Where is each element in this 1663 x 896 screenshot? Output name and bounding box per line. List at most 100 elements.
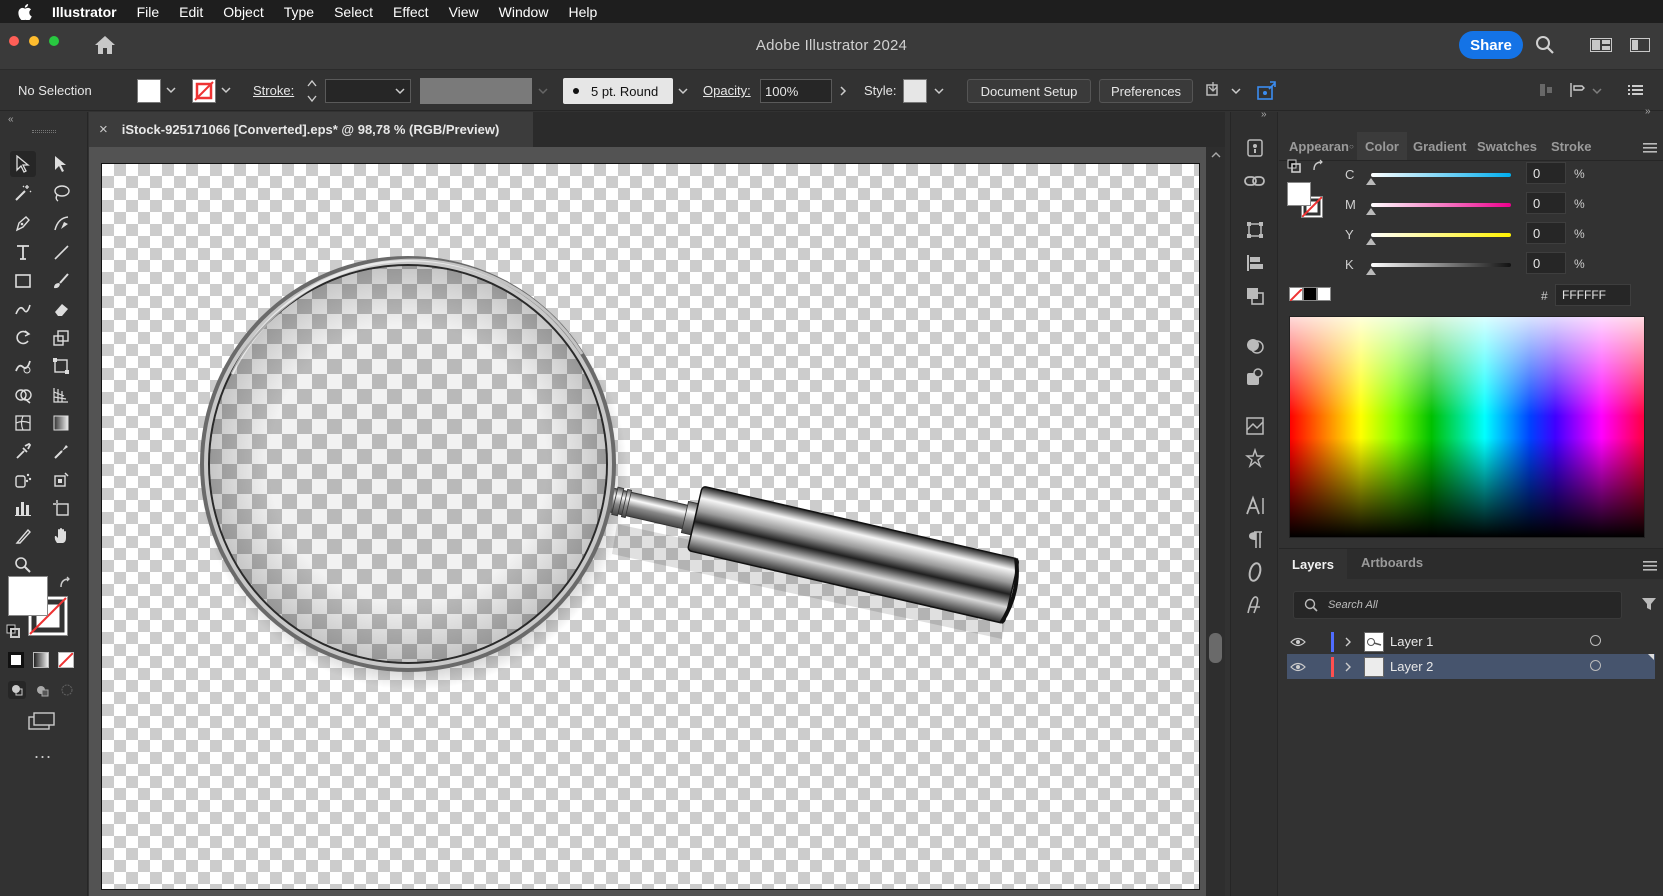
mesh-tool-icon[interactable]	[10, 410, 36, 436]
type-tool-icon[interactable]	[10, 239, 36, 265]
menu-edit[interactable]: Edit	[179, 4, 203, 20]
scroll-thumb[interactable]	[1209, 633, 1222, 663]
menu-app-name[interactable]: Illustrator	[52, 4, 117, 20]
hex-field[interactable]: FFFFFF	[1555, 284, 1631, 306]
shape-builder-tool-icon[interactable]	[10, 382, 36, 408]
magenta-slider[interactable]	[1371, 203, 1511, 207]
control-menu-icon[interactable]	[1628, 83, 1644, 100]
workspace-switcher-icon[interactable]	[1590, 38, 1612, 57]
opacity-field[interactable]: 100%	[760, 79, 832, 103]
stroke-stepper-icon[interactable]	[306, 77, 318, 108]
rectangle-tool-icon[interactable]	[10, 268, 36, 294]
apple-icon[interactable]	[18, 3, 34, 20]
layers-search-input[interactable]: Search All	[1293, 591, 1622, 619]
graphic-styles-panel-icon[interactable]	[1243, 365, 1267, 389]
canvas-area[interactable]	[89, 147, 1225, 896]
menu-select[interactable]: Select	[334, 4, 373, 20]
tab-gradient[interactable]: Gradient	[1413, 132, 1466, 160]
default-colors-mini-icon[interactable]	[1287, 159, 1301, 178]
document-setup-button[interactable]: Document Setup	[967, 79, 1091, 103]
free-transform-tool-icon[interactable]	[48, 353, 74, 379]
menu-view[interactable]: View	[449, 4, 479, 20]
stroke-label[interactable]: Stroke:	[253, 83, 294, 98]
layer-row-1[interactable]: Layer 1	[1287, 629, 1655, 654]
scale-tool-icon[interactable]	[48, 325, 74, 351]
pen-tool-icon[interactable]	[10, 210, 36, 236]
menu-effect[interactable]: Effect	[393, 4, 429, 20]
black-slider-thumb[interactable]	[1366, 268, 1376, 275]
symbol-sprayer-tool-icon[interactable]	[10, 467, 36, 493]
tab-stroke[interactable]: Stroke	[1551, 132, 1591, 160]
blend-tool-icon[interactable]	[48, 438, 74, 464]
gradient-mode-icon[interactable]	[33, 652, 49, 668]
swap-fill-stroke-icon[interactable]	[58, 576, 72, 595]
lasso-tool-icon[interactable]	[48, 180, 74, 206]
swap-colors-mini-icon[interactable]	[1311, 159, 1325, 178]
menu-object[interactable]: Object	[223, 4, 263, 20]
opacity-label[interactable]: Opacity:	[703, 83, 751, 98]
selection-tool-icon[interactable]	[10, 151, 36, 177]
tab-swatches[interactable]: Swatches	[1477, 132, 1537, 160]
links-panel-icon[interactable]	[1243, 169, 1267, 193]
collapse-toolbar-icon[interactable]: «	[8, 114, 14, 125]
graphic-style-swatch[interactable]	[903, 79, 927, 103]
black-field[interactable]: 0	[1526, 252, 1566, 274]
paragraph-panel-icon[interactable]	[1243, 528, 1267, 552]
vertical-scrollbar[interactable]	[1206, 147, 1225, 896]
layer-2-target-icon[interactable]	[1590, 660, 1601, 671]
panel-toggle-icon[interactable]	[1630, 38, 1650, 57]
tab-appearance[interactable]: Appearan	[1289, 132, 1349, 160]
image-trace-panel-icon[interactable]	[1243, 414, 1267, 438]
hand-tool-icon[interactable]	[48, 523, 74, 549]
transform-icon[interactable]	[1568, 81, 1586, 102]
menu-window[interactable]: Window	[499, 4, 549, 20]
cyan-slider-thumb[interactable]	[1366, 178, 1376, 185]
draw-normal-icon[interactable]	[8, 681, 26, 699]
warp-tool-icon[interactable]	[10, 353, 36, 379]
gradient-tool-icon[interactable]	[48, 410, 74, 436]
document-tab[interactable]: × iStock-925171066 [Converted].eps* @ 98…	[89, 112, 533, 147]
black-slider[interactable]	[1371, 263, 1511, 267]
layer-2-name[interactable]: Layer 2	[1390, 659, 1433, 674]
rotate-tool-icon[interactable]	[10, 325, 36, 351]
eraser-tool-icon[interactable]	[48, 296, 74, 322]
arrange-chevron-icon[interactable]	[1231, 84, 1241, 99]
align-panel-icon[interactable]	[1243, 251, 1267, 275]
layer-row-2[interactable]: Layer 2	[1287, 654, 1655, 679]
collapse-strip-icon[interactable]: »	[1261, 109, 1267, 120]
arrange-documents-icon[interactable]	[1205, 81, 1227, 104]
properties-panel-icon[interactable]	[1243, 136, 1267, 160]
yellow-slider-thumb[interactable]	[1366, 238, 1376, 245]
screen-mode-icon[interactable]	[28, 712, 56, 735]
tab-layers[interactable]: Layers	[1279, 549, 1347, 579]
artboard-tool-icon[interactable]	[48, 495, 74, 521]
yellow-slider[interactable]	[1371, 233, 1511, 237]
menu-type[interactable]: Type	[284, 4, 314, 20]
character-panel-icon[interactable]	[1243, 494, 1267, 518]
tab-artboards[interactable]: Artboards	[1361, 555, 1423, 570]
glyphs-panel-icon[interactable]	[1243, 593, 1267, 617]
magenta-slider-thumb[interactable]	[1366, 208, 1376, 215]
layer-2-visibility-icon[interactable]	[1287, 662, 1309, 672]
slice-tool-icon[interactable]	[10, 523, 36, 549]
tab-color[interactable]: Color	[1357, 132, 1407, 160]
color-spectrum[interactable]	[1289, 316, 1645, 538]
appearance-panel-icon[interactable]	[1243, 334, 1267, 358]
transform-panel-icon[interactable]	[1243, 218, 1267, 242]
black-swatch[interactable]	[1303, 287, 1317, 301]
fill-dropdown-chevron-icon[interactable]	[166, 83, 176, 98]
share-for-review-icon[interactable]	[1256, 79, 1278, 104]
stroke-weight-chevron-icon[interactable]	[395, 84, 405, 99]
stroke-none-swatch[interactable]	[192, 79, 216, 103]
layer-1-target-icon[interactable]	[1590, 635, 1601, 646]
cyan-field[interactable]: 0	[1526, 162, 1566, 184]
yellow-field[interactable]: 0	[1526, 222, 1566, 244]
layers-panel-menu-icon[interactable]	[1643, 559, 1657, 577]
close-document-icon[interactable]: ×	[99, 121, 108, 138]
fill-swatch[interactable]	[137, 79, 161, 103]
share-button[interactable]: Share	[1459, 31, 1523, 59]
none-mode-icon[interactable]	[58, 652, 74, 668]
none-swatch[interactable]	[1289, 287, 1303, 302]
live-paint-bucket-icon[interactable]	[48, 467, 74, 493]
menu-help[interactable]: Help	[568, 4, 597, 20]
